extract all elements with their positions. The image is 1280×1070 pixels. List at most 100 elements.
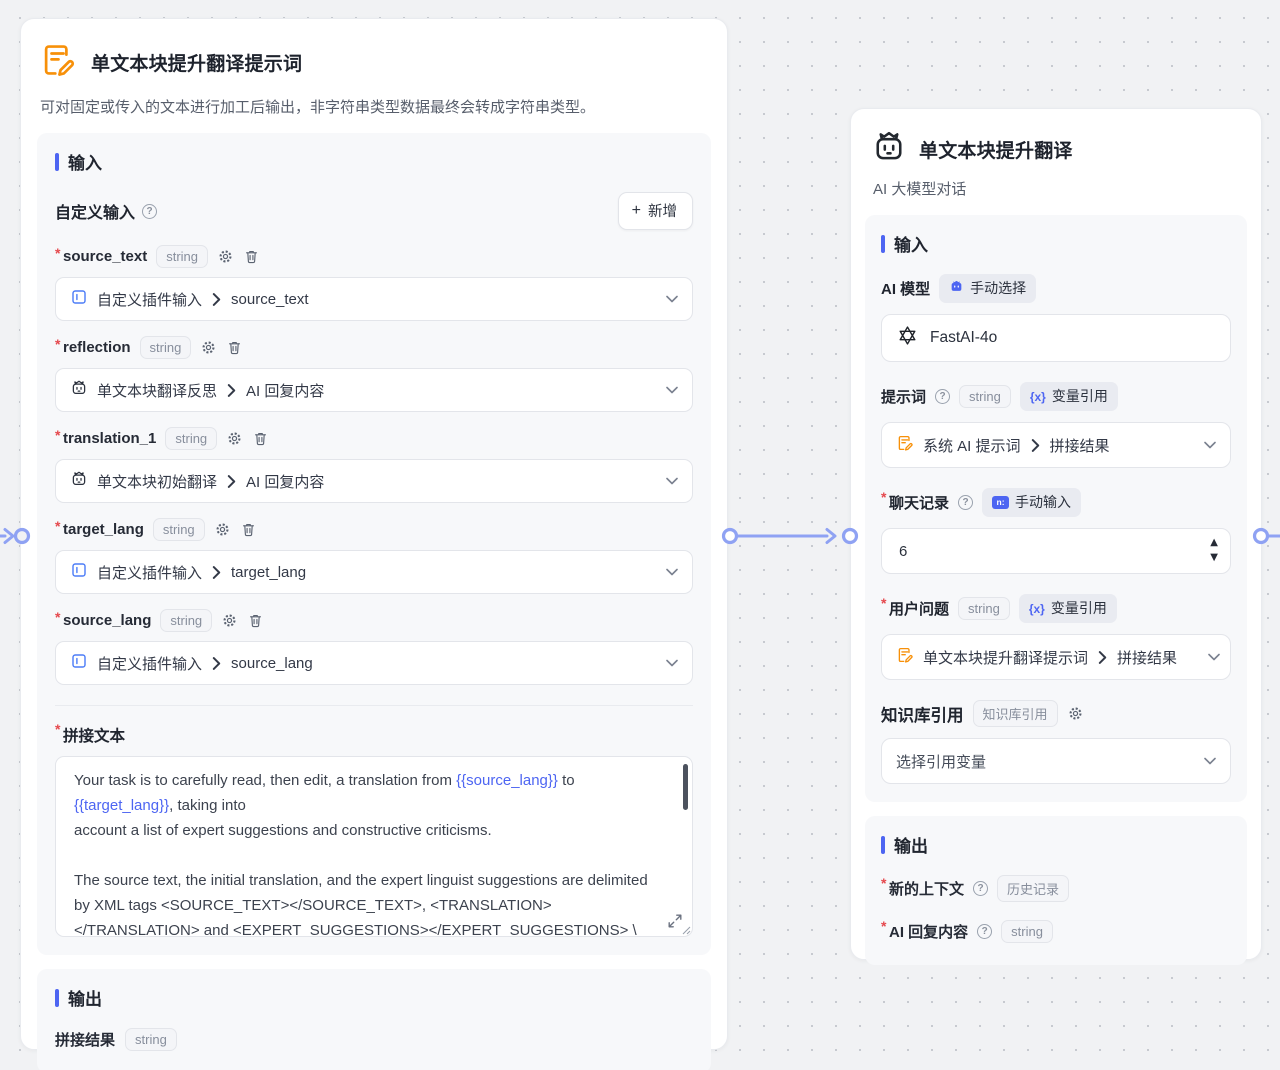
- node-llm-chat[interactable]: 单文本块提升翻译 AI 大模型对话 输入 AI 模型 手动选择 FastAI-4…: [850, 108, 1262, 960]
- model-mode-badge[interactable]: 手动选择: [939, 274, 1036, 303]
- variable-icon: [1029, 600, 1045, 616]
- ref-field-name: target_lang: [231, 564, 306, 581]
- kb-ref-select[interactable]: 选择引用变量: [881, 738, 1231, 784]
- ref-field-name: 拼接结果: [1050, 435, 1110, 456]
- param-settings-icon[interactable]: [226, 430, 243, 447]
- variable-ref-badge[interactable]: 变量引用: [1020, 382, 1118, 411]
- number-stepper[interactable]: [1210, 533, 1218, 563]
- variable-ref-badge[interactable]: 变量引用: [1019, 594, 1117, 623]
- ref-field-name: source_text: [231, 291, 309, 308]
- chevron-right-icon: [212, 657, 221, 670]
- add-button-label: 新增: [648, 200, 677, 221]
- node-description: 可对固定或传入的文本进行加工后输出，非字符串类型数据最终会转成字符串类型。: [40, 96, 709, 117]
- stepper-down-icon[interactable]: [1210, 548, 1218, 563]
- custom-input-label: 自定义输入: [55, 199, 157, 223]
- reply-type-badge: string: [1001, 920, 1053, 943]
- resize-grip-icon[interactable]: [682, 926, 691, 935]
- chat-history-label: 聊天记录: [889, 492, 949, 513]
- plugin-icon: [70, 652, 88, 674]
- textarea-scrollbar[interactable]: [683, 764, 688, 810]
- param-ref-select[interactable]: 自定义插件输入 target_lang: [55, 550, 693, 594]
- param-ref-select[interactable]: 单文本块翻译反思 AI 回复内容: [55, 368, 693, 412]
- section-accent-bar: [55, 989, 59, 1007]
- node-title: 单文本块提升翻译: [919, 136, 1073, 163]
- ai-model-label: AI 模型: [881, 278, 930, 299]
- document-pencil-icon: [896, 434, 914, 456]
- output-name: 拼接结果: [55, 1029, 115, 1050]
- chevron-right-icon: [227, 384, 236, 397]
- param-delete-icon[interactable]: [226, 339, 243, 356]
- user-question-ref-select[interactable]: 单文本块提升翻译提示词 拼接结果: [881, 634, 1231, 680]
- concat-text-editor[interactable]: Your task is to carefully read, then edi…: [55, 756, 693, 937]
- param-delete-icon[interactable]: [252, 430, 269, 447]
- chevron-right-icon: [1098, 651, 1107, 664]
- param-row-source-text: source_text string 自定义插件输入 source_text: [55, 245, 693, 321]
- section-title: 输出: [68, 985, 102, 1010]
- node-prompt-builder[interactable]: 单文本块提升翻译提示词 可对固定或传入的文本进行加工后输出，非字符串类型数据最终…: [20, 18, 728, 1050]
- param-ref-select[interactable]: 自定义插件输入 source_lang: [55, 641, 693, 685]
- param-settings-icon[interactable]: [221, 612, 238, 629]
- param-ref-select[interactable]: 自定义插件输入 source_text: [55, 277, 693, 321]
- custom-input-text: 自定义输入: [55, 199, 135, 223]
- help-icon[interactable]: [977, 924, 992, 939]
- node-title: 单文本块提升翻译提示词: [91, 49, 302, 76]
- node-header: 单文本块提升翻译提示词: [39, 41, 709, 84]
- chevron-down-icon: [1204, 757, 1216, 765]
- chevron-right-icon: [227, 475, 236, 488]
- prompt-text: Your task is to carefully read, then edi…: [74, 772, 456, 789]
- output-section-header: 输出: [881, 832, 1231, 857]
- model-select[interactable]: FastAI-4o: [881, 314, 1231, 362]
- chevron-right-icon: [212, 566, 221, 579]
- param-delete-icon[interactable]: [247, 612, 264, 629]
- workflow-canvas[interactable]: 单文本块提升翻译提示词 可对固定或传入的文本进行加工后输出，非字符串类型数据最终…: [0, 0, 1280, 1070]
- kb-placeholder: 选择引用变量: [896, 751, 986, 772]
- manual-input-badge[interactable]: 手动输入: [982, 488, 1081, 517]
- help-icon[interactable]: [142, 204, 157, 219]
- section-accent-bar: [55, 153, 59, 171]
- kb-settings-icon[interactable]: [1067, 705, 1084, 722]
- output-type-badge: string: [125, 1028, 177, 1051]
- section-title: 输入: [894, 231, 928, 256]
- param-delete-icon[interactable]: [243, 248, 260, 265]
- section-accent-bar: [881, 235, 885, 253]
- robot-icon: [70, 470, 88, 492]
- plugin-icon: [70, 561, 88, 583]
- variable-icon: [1030, 388, 1046, 404]
- chevron-down-icon: [666, 659, 678, 667]
- param-name: reflection: [63, 339, 131, 356]
- ref-node-name: 自定义插件输入: [97, 653, 202, 674]
- output-section-header: 输出: [55, 985, 693, 1010]
- node-header: 单文本块提升翻译: [871, 129, 1241, 170]
- ref-node-name: 单文本块初始翻译: [97, 471, 217, 492]
- help-icon[interactable]: [973, 881, 988, 896]
- context-badge: 历史记录: [997, 875, 1069, 902]
- variable-ref-label: 变量引用: [1051, 598, 1107, 618]
- chat-history-input[interactable]: 6: [881, 528, 1231, 574]
- chevron-right-icon: [1031, 439, 1040, 452]
- expand-icon[interactable]: [668, 914, 682, 928]
- prompt-label: 提示词: [881, 386, 926, 407]
- ref-field-name: 拼接结果: [1117, 647, 1177, 668]
- input-section-header: 输入: [881, 231, 1231, 256]
- param-settings-icon[interactable]: [200, 339, 217, 356]
- param-name: source_text: [63, 248, 147, 265]
- document-pencil-icon: [39, 41, 77, 84]
- node-subtitle: AI 大模型对话: [873, 178, 1241, 199]
- model-mode-label: 手动选择: [970, 278, 1026, 298]
- param-ref-select[interactable]: 单文本块初始翻译 AI 回复内容: [55, 459, 693, 503]
- prompt-ref-select[interactable]: 系统 AI 提示词 拼接结果: [881, 422, 1231, 468]
- chevron-down-icon: [666, 295, 678, 303]
- plugin-icon: [70, 288, 88, 310]
- param-settings-icon[interactable]: [214, 521, 231, 538]
- stepper-up-icon[interactable]: [1210, 533, 1218, 548]
- param-delete-icon[interactable]: [240, 521, 257, 538]
- help-icon[interactable]: [935, 389, 950, 404]
- param-name: source_lang: [63, 612, 151, 629]
- param-settings-icon[interactable]: [217, 248, 234, 265]
- param-name: target_lang: [63, 521, 144, 538]
- help-icon[interactable]: [958, 495, 973, 510]
- model-name: FastAI-4o: [930, 329, 997, 347]
- param-row-reflection: reflection string 单文本块翻译反思 AI 回复内容: [55, 336, 693, 412]
- add-param-button[interactable]: 新增: [618, 192, 693, 230]
- param-type-badge: string: [153, 518, 205, 541]
